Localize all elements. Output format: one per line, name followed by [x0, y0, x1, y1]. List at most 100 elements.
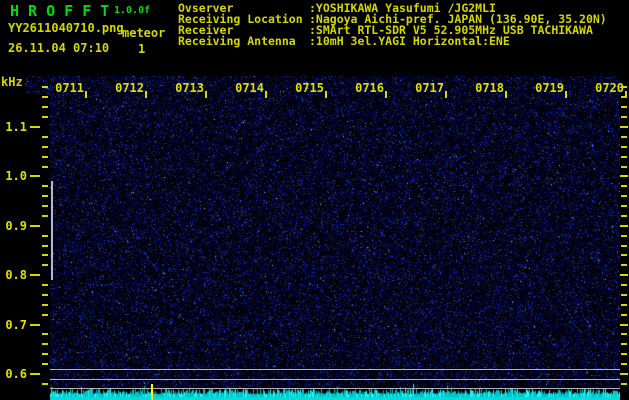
freq-major-tick: [30, 324, 40, 326]
info-label: Receiving Antenna: [178, 34, 296, 48]
time-tick: [505, 91, 507, 98]
meteor-echo-marker: [151, 384, 153, 400]
reference-line-upper: [50, 369, 620, 370]
freq-label: 0.9: [5, 219, 27, 233]
freq-major-tick: [620, 225, 628, 227]
freq-minor-tick: [42, 353, 48, 355]
freq-minor-tick: [42, 304, 48, 306]
time-label: 0718: [475, 81, 504, 95]
freq-minor-tick: [621, 254, 627, 256]
freq-minor-tick: [621, 166, 627, 168]
mode-label: meteor: [122, 26, 166, 40]
freq-minor-tick: [42, 96, 48, 98]
time-label: 0719: [535, 81, 564, 95]
time-tick: [625, 91, 627, 98]
freq-minor-tick: [42, 215, 48, 217]
freq-minor-tick: [621, 383, 627, 385]
freq-minor-tick: [42, 116, 48, 118]
freq-minor-tick: [42, 146, 48, 148]
freq-major-tick: [30, 175, 40, 177]
info-value: :10mH 3el.YAGI Horizontal:ENE: [309, 34, 510, 48]
time-tick: [85, 91, 87, 98]
freq-minor-tick: [621, 136, 627, 138]
station-info-block: Ovserver:YOSHIKAWA Yasufumi /JG2MLI Recei…: [178, 2, 607, 48]
freq-minor-tick: [621, 205, 627, 207]
time-label: 0712: [115, 81, 144, 95]
freq-minor-tick: [621, 185, 627, 187]
app-title: H R O F F T: [10, 2, 110, 20]
calibration-bar: [51, 181, 53, 280]
freq-minor-tick: [42, 245, 48, 247]
freq-label: 0.6: [5, 367, 27, 381]
freq-minor-tick: [42, 156, 48, 158]
time-tick: [205, 91, 207, 98]
time-label: 0720: [595, 81, 624, 95]
freq-minor-tick: [621, 284, 627, 286]
hrofft-window: H R O F F T 1.0.0f YY2611040710.png mete…: [0, 0, 629, 400]
spectrogram-canvas: [25, 76, 620, 400]
freq-minor-tick: [42, 195, 48, 197]
time-tick: [145, 91, 147, 98]
time-tick: [265, 91, 267, 98]
freq-minor-tick: [42, 333, 48, 335]
freq-minor-tick: [621, 195, 627, 197]
app-version: 1.0.0f: [114, 5, 151, 16]
time-label: 0715: [295, 81, 324, 95]
freq-minor-tick: [621, 333, 627, 335]
freq-minor-tick: [42, 294, 48, 296]
datetime-label: 26.11.04 07:10: [8, 41, 110, 55]
freq-minor-tick: [621, 304, 627, 306]
freq-minor-tick: [42, 235, 48, 237]
freq-minor-tick: [42, 205, 48, 207]
freq-minor-tick: [621, 314, 627, 316]
freq-minor-tick: [42, 86, 48, 88]
freq-minor-tick: [621, 215, 627, 217]
freq-major-tick: [30, 373, 40, 375]
freq-minor-tick: [42, 254, 48, 256]
freq-minor-tick: [621, 116, 627, 118]
freq-major-tick: [620, 324, 628, 326]
freq-unit-label: kHz: [1, 75, 23, 89]
freq-minor-tick: [42, 136, 48, 138]
reference-line-lower: [50, 388, 620, 389]
echo-count: 1: [138, 42, 146, 56]
freq-minor-tick: [42, 383, 48, 385]
reference-line-middle: [50, 379, 620, 380]
time-label: 0713: [175, 81, 204, 95]
info-row: Receiving Antenna :10mH 3el.YAGI Horizont…: [178, 34, 607, 48]
freq-minor-tick: [621, 156, 627, 158]
time-label: 0714: [235, 81, 264, 95]
time-tick: [385, 91, 387, 98]
freq-minor-tick: [621, 235, 627, 237]
time-label: 0711: [55, 81, 84, 95]
freq-minor-tick: [42, 166, 48, 168]
freq-minor-tick: [42, 343, 48, 345]
freq-minor-tick: [621, 343, 627, 345]
freq-major-tick: [30, 225, 40, 227]
freq-minor-tick: [621, 146, 627, 148]
freq-minor-tick: [621, 264, 627, 266]
freq-minor-tick: [621, 363, 627, 365]
freq-minor-tick: [42, 363, 48, 365]
freq-minor-tick: [42, 185, 48, 187]
time-tick: [325, 91, 327, 98]
time-label: 0716: [355, 81, 384, 95]
freq-minor-tick: [621, 245, 627, 247]
freq-major-tick: [620, 373, 628, 375]
output-filename: YY2611040710.png: [8, 21, 124, 35]
freq-major-tick: [30, 274, 40, 276]
time-tick: [565, 91, 567, 98]
time-label: 0717: [415, 81, 444, 95]
freq-label: 0.8: [5, 268, 27, 282]
freq-minor-tick: [42, 264, 48, 266]
freq-minor-tick: [42, 106, 48, 108]
freq-major-tick: [30, 126, 40, 128]
freq-major-tick: [620, 274, 628, 276]
freq-minor-tick: [621, 106, 627, 108]
freq-label: 1.1: [5, 120, 27, 134]
freq-minor-tick: [621, 294, 627, 296]
time-tick: [445, 91, 447, 98]
freq-minor-tick: [42, 314, 48, 316]
freq-minor-tick: [621, 353, 627, 355]
freq-major-tick: [620, 126, 628, 128]
